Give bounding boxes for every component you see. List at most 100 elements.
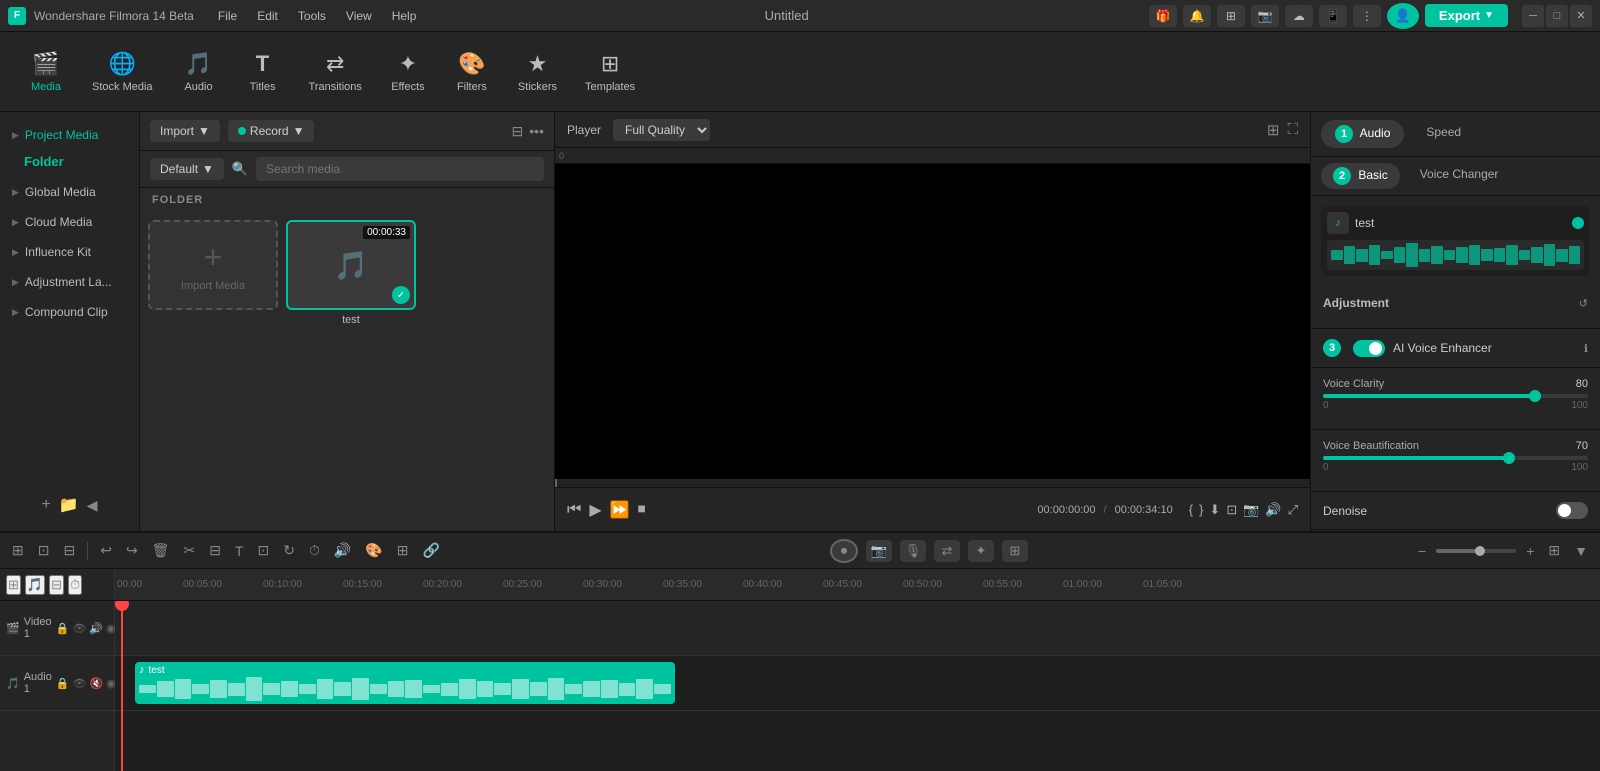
toolbar-transitions[interactable]: ⇄ Transitions — [297, 45, 374, 99]
media-item[interactable]: 🎵 00:00:33 ✓ test — [286, 220, 416, 326]
timeline-split-icon[interactable]: ⊟ — [59, 540, 79, 561]
link-button[interactable]: 🔗 — [418, 540, 443, 561]
mic-btn[interactable]: 🎙 — [900, 540, 926, 562]
undo-button[interactable]: ↩ — [96, 540, 116, 561]
sub-tab-voice-changer[interactable]: Voice Changer — [1408, 163, 1511, 189]
speed-button[interactable]: ⏱ — [305, 540, 324, 561]
record-start-btn[interactable]: ⏺ — [830, 539, 858, 563]
record-button[interactable]: Record ▼ — [228, 120, 315, 142]
fast-forward-button[interactable]: ⏩ — [610, 500, 630, 520]
toolbar-templates[interactable]: ⊞ Templates — [573, 45, 647, 99]
more-options-btn[interactable]: ▼ — [1570, 541, 1592, 561]
minimize-button[interactable]: ─ — [1522, 5, 1544, 27]
tab-audio[interactable]: 1 Audio — [1321, 120, 1404, 148]
sidebar-item-influence-kit[interactable]: ▶ Influence Kit — [0, 237, 139, 267]
ai-voice-toggle[interactable] — [1353, 340, 1385, 357]
volume-icon[interactable]: 🔊 — [1265, 502, 1281, 518]
zoom-out-button[interactable]: − — [1414, 541, 1430, 561]
out-point-icon[interactable]: } — [1199, 502, 1203, 518]
denoise-toggle[interactable] — [1556, 502, 1588, 519]
pip-btn[interactable]: ⊞ — [1002, 540, 1028, 562]
timeline-snap-icon[interactable]: ⊡ — [34, 540, 54, 561]
add-media-icon[interactable]: + — [41, 495, 50, 515]
audio-clip[interactable]: ♪ test — [135, 662, 675, 704]
in-point-icon[interactable]: { — [1189, 502, 1193, 518]
export-button[interactable]: Export ▼ — [1425, 4, 1508, 27]
toolbar-stickers[interactable]: ★ Stickers — [506, 45, 569, 99]
split-button[interactable]: ⊟ — [205, 540, 225, 561]
devices-icon[interactable]: 📱 — [1319, 5, 1347, 27]
audio-mute-icon[interactable]: 🔇 — [90, 677, 104, 690]
default-view-button[interactable]: Default ▼ — [150, 158, 224, 180]
zoom-slider[interactable] — [1436, 549, 1516, 553]
camera-icon[interactable]: 📷 — [1243, 502, 1259, 518]
voice-beautification-slider[interactable] — [1323, 456, 1588, 460]
menu-edit[interactable]: Edit — [249, 7, 286, 25]
pip-button[interactable]: ⊞ — [393, 540, 413, 561]
menu-view[interactable]: View — [338, 7, 380, 25]
sub-tab-basic[interactable]: 2 Basic — [1321, 163, 1400, 189]
sidebar-item-project-media[interactable]: ▶ Project Media — [0, 120, 139, 150]
cut-button[interactable]: ✂ — [179, 540, 199, 561]
maximize-button[interactable]: □ — [1546, 5, 1568, 27]
gift-icon[interactable]: 🎁 — [1149, 5, 1177, 27]
crop-icon[interactable]: ⊡ — [1226, 502, 1237, 518]
audio-lock-icon[interactable]: 🔒 — [56, 677, 70, 690]
bell-icon[interactable]: 🔔 — [1183, 5, 1211, 27]
import-media-placeholder[interactable]: + Import Media — [148, 220, 278, 310]
toolbar-audio[interactable]: 🎵 Audio — [169, 45, 229, 99]
filter-icon[interactable]: ⊟ — [512, 123, 524, 140]
redo-button[interactable]: ↪ — [122, 540, 142, 561]
sidebar-item-compound-clip[interactable]: ▶ Compound Clip — [0, 297, 139, 327]
menu-file[interactable]: File — [210, 7, 245, 25]
grid-view-icon[interactable]: ⊞ — [1267, 121, 1280, 139]
video-lock-icon[interactable]: 🔒 — [56, 622, 70, 635]
playhead-icon[interactable]: ⏱ — [68, 575, 82, 595]
sidebar-item-adjustment-layer[interactable]: ▶ Adjustment La... — [0, 267, 139, 297]
grid-icon[interactable]: ⋮ — [1353, 5, 1381, 27]
snapshot-btn[interactable]: 📷 — [866, 540, 892, 562]
toolbar-media[interactable]: 🎬 Media — [16, 45, 76, 99]
layout-icon[interactable]: ⊞ — [1217, 5, 1245, 27]
toolbar-stock-media[interactable]: 🌐 Stock Media — [80, 45, 165, 99]
sidebar-item-cloud-media[interactable]: ▶ Cloud Media — [0, 207, 139, 237]
color-button[interactable]: 🎨 — [361, 540, 386, 561]
play-button[interactable]: ▶ — [589, 500, 601, 520]
more-options-icon[interactable]: ••• — [529, 123, 544, 140]
rotate-button[interactable]: ↻ — [279, 540, 299, 561]
fullscreen-icon[interactable]: ⛶ — [1287, 121, 1298, 139]
sidebar-item-global-media[interactable]: ▶ Global Media — [0, 177, 139, 207]
fullscreen2-icon[interactable]: ⤢ — [1288, 502, 1298, 518]
voice-clarity-slider[interactable] — [1323, 394, 1588, 398]
video-visibility-icon[interactable]: 👁 — [72, 622, 86, 635]
cloud-icon[interactable]: ☁ — [1285, 5, 1313, 27]
grid-view-btn[interactable]: ⊞ — [1544, 540, 1564, 561]
track-options-icon[interactable]: ⊟ — [49, 575, 64, 595]
import-button[interactable]: Import ▼ — [150, 120, 220, 142]
effect-btn[interactable]: ✦ — [968, 540, 994, 562]
search-input[interactable] — [256, 157, 544, 181]
menu-help[interactable]: Help — [384, 7, 425, 25]
toolbar-filters[interactable]: 🎨 Filters — [442, 45, 502, 99]
delete-button[interactable]: 🗑 — [148, 540, 174, 561]
preview-scrubber[interactable] — [555, 479, 1310, 487]
info-icon[interactable]: ℹ — [1584, 342, 1588, 355]
toolbar-effects[interactable]: ✦ Effects — [378, 45, 438, 99]
close-button[interactable]: ✕ — [1570, 5, 1592, 27]
video-mute-icon[interactable]: 🔊 — [89, 622, 103, 635]
audio-button[interactable]: 🔊 — [330, 540, 355, 561]
menu-tools[interactable]: Tools — [290, 7, 334, 25]
reset-icon[interactable]: ↺ — [1579, 297, 1588, 310]
tab-speed[interactable]: Speed — [1412, 120, 1475, 148]
user-avatar[interactable]: 👤 — [1387, 3, 1419, 29]
skip-back-icon[interactable]: ⏮ — [567, 501, 581, 519]
zoom-in-button[interactable]: + — [1522, 541, 1538, 561]
timeline-add-icon[interactable]: ⊞ — [8, 540, 28, 561]
toolbar-titles[interactable]: T Titles — [233, 45, 293, 99]
crop-button[interactable]: ⊡ — [253, 540, 273, 561]
snapshot-icon[interactable]: 📷 — [1251, 5, 1279, 27]
collapse-panel-icon[interactable]: ◀ — [87, 495, 98, 515]
audio-visibility-icon[interactable]: 👁 — [73, 677, 87, 690]
stop-button[interactable]: ⏹ — [638, 501, 646, 519]
transition-btn[interactable]: ⇄ — [934, 540, 960, 562]
